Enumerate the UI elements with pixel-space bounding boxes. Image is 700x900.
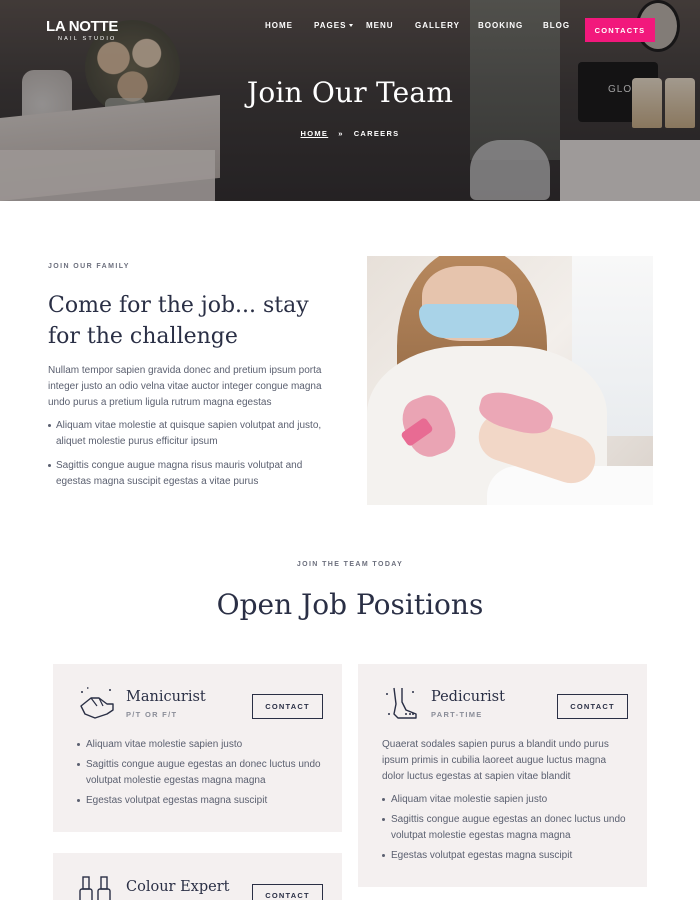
job-requirements: Aliquam vitae molestie sapien justo Sagi… xyxy=(77,737,327,813)
nav-item-pages[interactable]: PAGES xyxy=(314,20,354,30)
manicure-hand-icon xyxy=(80,687,114,719)
pedicure-foot-icon xyxy=(386,687,417,719)
list-item: Sagittis congue augue egestas an donec l… xyxy=(382,812,632,844)
contact-button[interactable]: CONTACT xyxy=(557,694,628,719)
brand-name: LA NOTTE xyxy=(46,18,119,35)
list-item: Aliquam vitae molestie at quisque sapien… xyxy=(48,418,338,450)
list-item: Aliquam vitae molestie sapien justo xyxy=(77,737,327,753)
breadcrumb-current: CAREERS xyxy=(353,129,400,138)
list-item: Aliquam vitae molestie sapien justo xyxy=(382,792,632,808)
nail-polish-icon xyxy=(79,876,111,900)
intro-eyebrow: JOIN OUR FAMILY xyxy=(48,263,130,270)
nav-item-menu[interactable]: MENU xyxy=(366,21,394,30)
intro-list: Aliquam vitae molestie at quisque sapien… xyxy=(48,418,338,498)
job-requirements: Aliquam vitae molestie sapien justo Sagi… xyxy=(382,792,632,868)
job-description: Quaerat sodales sapien purus a blandit u… xyxy=(382,739,609,782)
job-title: Colour Expert xyxy=(126,879,230,895)
job-card-colour-expert: Colour Expert CONTACT xyxy=(53,853,342,900)
nav-item-gallery[interactable]: GALLERY xyxy=(415,21,460,30)
nav-item-pages-label: PAGES xyxy=(314,20,347,30)
photo-mask xyxy=(419,304,519,338)
nav-item-blog[interactable]: BLOG xyxy=(543,21,570,30)
breadcrumb: HOME » CAREERS xyxy=(0,129,700,138)
job-title: Manicurist xyxy=(126,689,206,705)
nav-item-booking[interactable]: BOOKING xyxy=(478,21,523,30)
brand-logo[interactable]: LA NOTTE NAIL STUDIO xyxy=(46,18,118,42)
nav-item-home[interactable]: HOME xyxy=(265,21,293,30)
contact-button[interactable]: CONTACT xyxy=(252,694,323,719)
job-card-manicurist: Manicurist P/T OR F/T CONTACT Aliquam vi… xyxy=(53,664,342,832)
chevron-down-icon xyxy=(349,23,354,27)
positions-eyebrow: JOIN THE TEAM TODAY xyxy=(296,561,404,568)
page-title: Join Our Team xyxy=(246,76,454,109)
intro-text: Nullam tempor sapien gravida donec and p… xyxy=(48,365,322,408)
list-item: Sagittis congue augue magna risus mauris… xyxy=(48,458,338,490)
positions-title: Open Job Positions xyxy=(216,588,484,621)
list-item: Egestas volutpat egestas magna suscipit xyxy=(382,848,632,864)
contacts-button[interactable]: CONTACTS xyxy=(585,18,655,42)
breadcrumb-home[interactable]: HOME xyxy=(301,129,329,138)
list-item: Egestas volutpat egestas magna suscipit xyxy=(77,793,327,809)
job-title: Pedicurist xyxy=(431,689,505,705)
breadcrumb-separator: » xyxy=(338,129,344,138)
job-type: P/T OR F/T xyxy=(126,710,178,719)
list-item: Sagittis congue augue egestas an donec l… xyxy=(77,757,327,789)
manicurist-photo xyxy=(367,256,653,505)
job-type: PART-TIME xyxy=(431,710,483,719)
intro-title: Come for the job... stay for the challen… xyxy=(48,293,309,349)
brand-tagline: NAIL STUDIO xyxy=(58,36,117,42)
contact-button[interactable]: CONTACT xyxy=(252,884,323,900)
job-card-pedicurist: Pedicurist PART-TIME CONTACT Quaerat sod… xyxy=(358,664,647,887)
hero-banner: GLOSS LA NOTTE NAIL STUDIO HOME PAGES ME… xyxy=(0,0,700,201)
